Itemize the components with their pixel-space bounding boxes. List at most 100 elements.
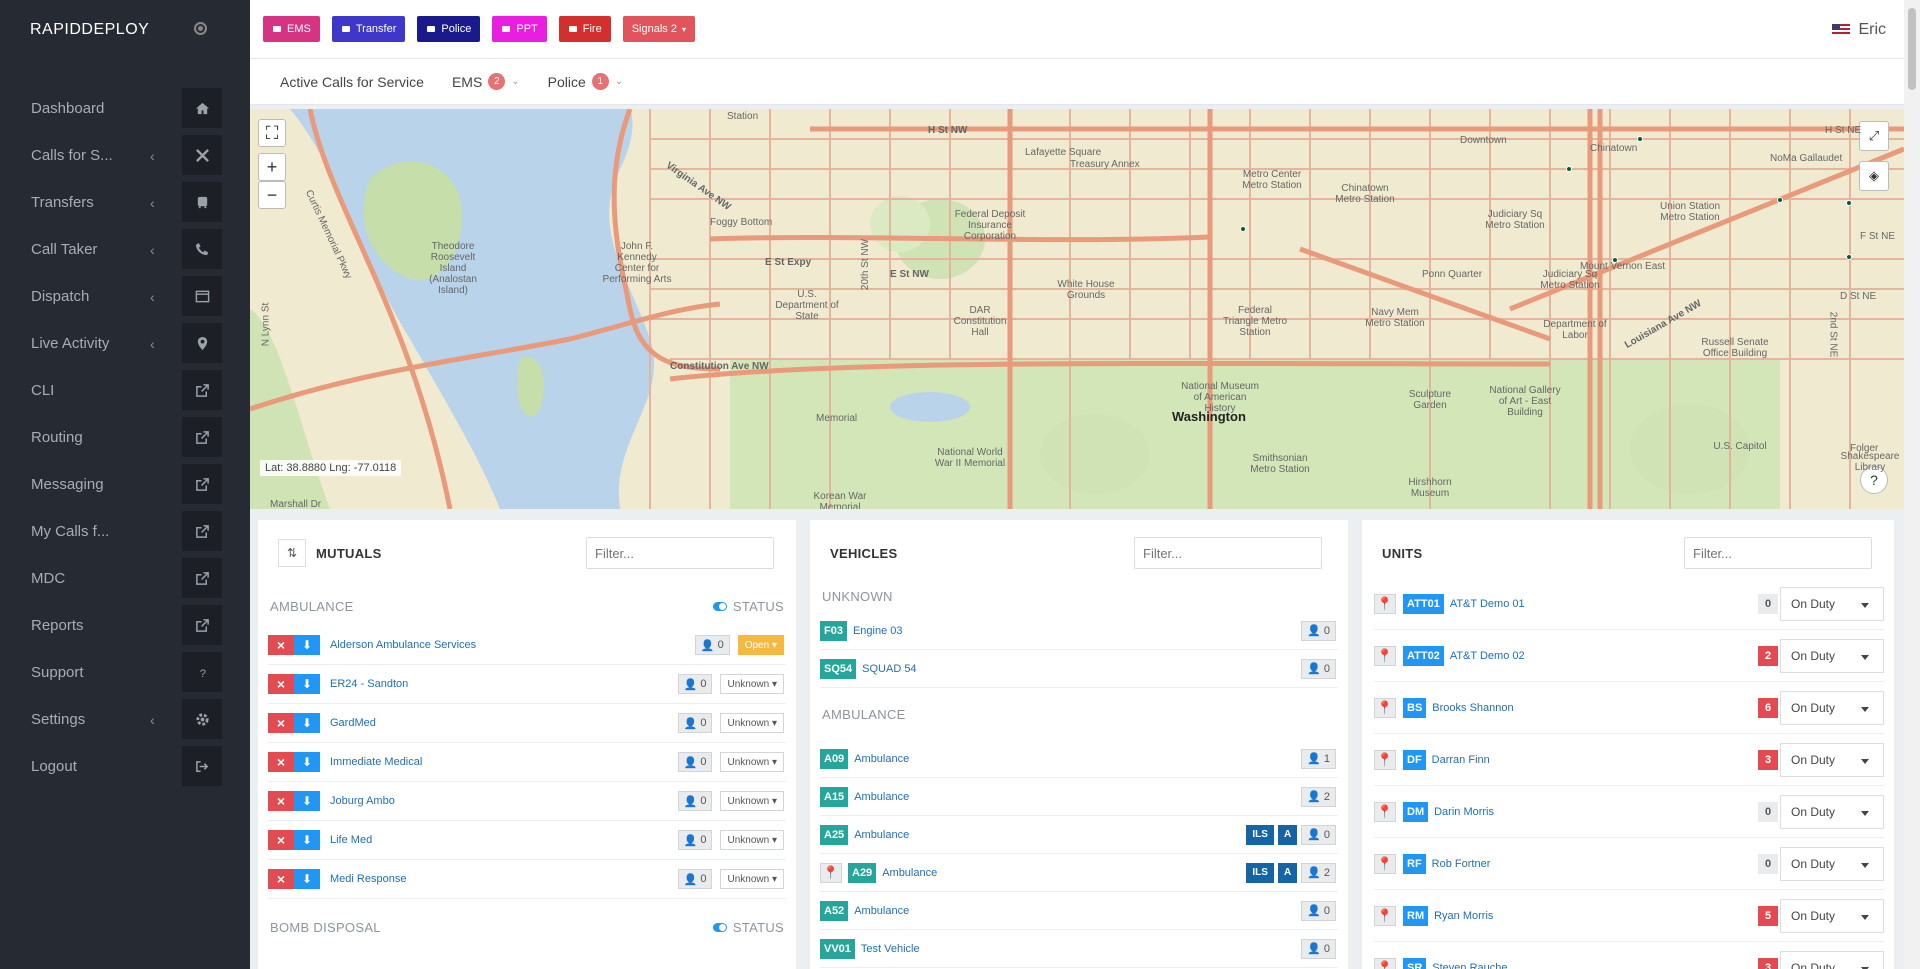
mutual-name[interactable]: Alderson Ambulance Services xyxy=(330,639,476,651)
map-pin-icon[interactable]: 📍 xyxy=(820,862,842,883)
sidebar-item-support[interactable]: Support? xyxy=(0,649,250,696)
external-link-icon[interactable] xyxy=(182,464,222,504)
unit-status-select[interactable]: On Duty xyxy=(1780,950,1884,969)
window-icon[interactable] xyxy=(182,276,222,316)
unit-marker[interactable] xyxy=(1846,200,1852,206)
unit-name[interactable]: Rob Fortner xyxy=(1432,858,1491,870)
map-pin-icon[interactable]: 📍 xyxy=(1374,645,1396,666)
unit-marker[interactable] xyxy=(1846,254,1852,260)
transfer-button[interactable]: Transfer xyxy=(331,16,406,42)
unit-marker[interactable] xyxy=(1777,197,1783,203)
status-dropdown[interactable]: Open ▾ xyxy=(737,635,784,655)
vehicles-filter-input[interactable] xyxy=(1134,537,1322,569)
remove-button[interactable]: × xyxy=(268,635,294,655)
sidebar-item-transfers[interactable]: Transfers ‹ xyxy=(0,179,250,226)
remove-button[interactable]: × xyxy=(268,752,294,772)
external-link-icon[interactable] xyxy=(182,605,222,645)
vehicle-name[interactable]: Ambulance xyxy=(854,905,909,917)
unit-status-select[interactable]: On Duty xyxy=(1780,690,1884,725)
vehicle-tag[interactable]: A52 xyxy=(820,900,849,921)
zoom-out-button[interactable]: − xyxy=(258,181,286,209)
unit-name[interactable]: AT&T Demo 01 xyxy=(1450,598,1525,610)
vehicle-tag[interactable]: A09 xyxy=(820,748,849,769)
expand-icon[interactable]: ⤢ xyxy=(1859,121,1889,151)
external-link-icon[interactable] xyxy=(182,370,222,410)
unit-marker[interactable] xyxy=(1566,166,1572,172)
tools-icon[interactable] xyxy=(182,135,222,175)
sidebar-item-calls-for-s[interactable]: Calls for S... ‹ xyxy=(0,132,250,179)
sidebar-toggle-icon[interactable] xyxy=(194,22,207,35)
sidebar-item-routing[interactable]: Routing xyxy=(0,414,250,461)
status-dropdown[interactable]: Unknown ▾ xyxy=(720,674,784,694)
sidebar-item-my-calls-f[interactable]: My Calls f... xyxy=(0,508,250,555)
unit-tag[interactable]: RM xyxy=(1403,905,1429,926)
sidebar-item-reports[interactable]: Reports xyxy=(0,602,250,649)
sidebar-item-call-taker[interactable]: Call Taker ‹ xyxy=(0,226,250,273)
vehicle-tag[interactable]: A15 xyxy=(820,786,849,807)
map-pin-icon[interactable]: 📍 xyxy=(1374,957,1396,969)
sidebar-item-cli[interactable]: CLI xyxy=(0,367,250,414)
download-icon[interactable]: ⬇ xyxy=(294,791,320,811)
status-dropdown[interactable]: Unknown ▾ xyxy=(720,752,784,772)
mutual-name[interactable]: Joburg Ambo xyxy=(330,795,395,807)
vehicle-name[interactable]: Ambulance xyxy=(882,867,937,879)
ppt-button[interactable]: PPT xyxy=(492,16,547,42)
vehicle-tag[interactable]: A29 xyxy=(848,862,877,883)
vehicle-name[interactable]: Test Vehicle xyxy=(861,943,920,955)
bus-icon[interactable] xyxy=(182,182,222,222)
vehicle-tag[interactable]: VV01 xyxy=(820,938,855,959)
sidebar-item-dispatch[interactable]: Dispatch ‹ xyxy=(0,273,250,320)
unit-name[interactable]: Steven Rauche xyxy=(1432,962,1507,969)
unit-tag[interactable]: SR xyxy=(1403,957,1427,969)
tab-police[interactable]: Police 1 ⌄ xyxy=(548,73,623,90)
remove-button[interactable]: × xyxy=(268,830,294,850)
page-scrollbar[interactable] xyxy=(1904,0,1920,969)
download-icon[interactable]: ⬇ xyxy=(294,830,320,850)
phone-icon[interactable] xyxy=(182,229,222,269)
remove-button[interactable]: × xyxy=(268,713,294,733)
unit-name[interactable]: AT&T Demo 02 xyxy=(1450,650,1525,662)
unit-tag[interactable]: RF xyxy=(1403,853,1426,874)
ems-button[interactable]: EMS xyxy=(263,16,320,42)
vehicle-name[interactable]: Ambulance xyxy=(854,791,909,803)
unit-marker[interactable] xyxy=(1637,136,1643,142)
download-icon[interactable]: ⬇ xyxy=(294,674,320,694)
vehicle-name[interactable]: Ambulance xyxy=(854,753,909,765)
map-pin-icon[interactable]: 📍 xyxy=(1374,697,1396,718)
remove-button[interactable]: × xyxy=(268,791,294,811)
gear-icon[interactable] xyxy=(182,699,222,739)
scrollbar-thumb[interactable] xyxy=(1908,8,1916,90)
map-pin-icon[interactable]: 📍 xyxy=(1374,749,1396,770)
mutual-name[interactable]: ER24 - Sandton xyxy=(330,678,408,690)
logout-icon[interactable] xyxy=(182,746,222,786)
sidebar-item-mdc[interactable]: MDC xyxy=(0,555,250,602)
unit-tag[interactable]: BS xyxy=(1403,697,1427,718)
unit-status-select[interactable]: On Duty xyxy=(1780,794,1884,829)
map-pin-icon[interactable]: 📍 xyxy=(1374,905,1396,926)
remove-button[interactable]: × xyxy=(268,674,294,694)
tab-active-calls[interactable]: Active Calls for Service xyxy=(280,74,424,90)
download-icon[interactable]: ⬇ xyxy=(294,635,320,655)
police-button[interactable]: Police xyxy=(417,16,481,42)
zoom-in-button[interactable]: + xyxy=(258,153,286,181)
sort-icon[interactable]: ⇅ xyxy=(278,539,306,567)
unit-status-select[interactable]: On Duty xyxy=(1780,846,1884,881)
mutual-name[interactable]: GardMed xyxy=(330,717,376,729)
vehicle-name[interactable]: Ambulance xyxy=(854,829,909,841)
unit-tag[interactable]: DM xyxy=(1403,801,1429,822)
fullscreen-icon[interactable]: ⛶ xyxy=(258,119,286,147)
status-dropdown[interactable]: Unknown ▾ xyxy=(720,830,784,850)
sidebar-item-settings[interactable]: Settings ‹ xyxy=(0,696,250,743)
signals-button[interactable]: Signals 2 ▾ xyxy=(622,16,695,42)
download-icon[interactable]: ⬇ xyxy=(294,713,320,733)
download-icon[interactable]: ⬇ xyxy=(294,869,320,889)
status-dropdown[interactable]: Unknown ▾ xyxy=(720,869,784,889)
tab-ems[interactable]: EMS 2 ⌄ xyxy=(452,73,520,90)
sidebar-item-live-activity[interactable]: Live Activity ‹ xyxy=(0,320,250,367)
unit-status-select[interactable]: On Duty xyxy=(1780,742,1884,777)
units-filter-input[interactable] xyxy=(1684,537,1872,569)
sidebar-item-logout[interactable]: Logout xyxy=(0,743,250,790)
status-toggle[interactable]: STATUS xyxy=(712,599,784,614)
mutuals-filter-input[interactable] xyxy=(586,537,774,569)
user-menu[interactable]: Eric xyxy=(1832,21,1886,39)
